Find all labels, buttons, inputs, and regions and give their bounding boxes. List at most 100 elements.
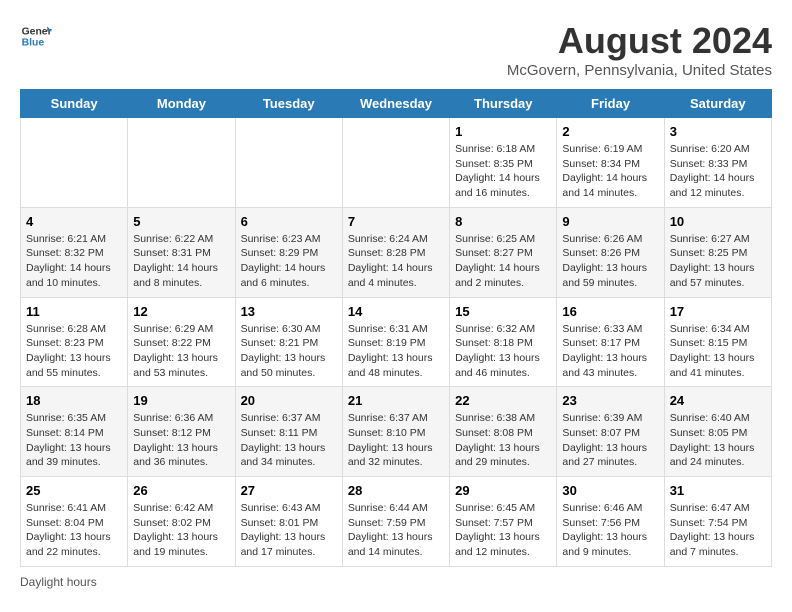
main-title: August 2024 xyxy=(507,20,772,62)
day-number: 10 xyxy=(670,214,766,229)
day-number: 6 xyxy=(241,214,337,229)
day-cell: 4 Sunrise: 6:21 AMSunset: 8:32 PMDaylight… xyxy=(21,207,128,297)
day-cell: 2 Sunrise: 6:19 AMSunset: 8:34 PMDaylight… xyxy=(557,118,664,208)
column-header-monday: Monday xyxy=(128,90,235,118)
week-row-4: 18 Sunrise: 6:35 AMSunset: 8:14 PMDayligh… xyxy=(21,387,772,477)
day-info: Sunrise: 6:18 AMSunset: 8:35 PMDaylight:… xyxy=(455,142,551,201)
day-cell: 21Sunrise: 6:37 AMSunset: 8:10 PMDayligh… xyxy=(342,387,449,477)
day-number: 4 xyxy=(26,214,122,229)
day-number: 14 xyxy=(348,304,444,319)
svg-text:Blue: Blue xyxy=(22,38,45,49)
column-header-friday: Friday xyxy=(557,90,664,118)
day-info: Sunrise: 6:44 AMSunset: 7:59 PMDaylight:… xyxy=(348,501,444,560)
day-number: 26 xyxy=(133,483,229,498)
day-number: 28 xyxy=(348,483,444,498)
day-number: 1 xyxy=(455,124,551,139)
day-info: Sunrise: 6:24 AMSunset: 8:28 PMDaylight:… xyxy=(348,232,444,291)
column-header-tuesday: Tuesday xyxy=(235,90,342,118)
column-header-saturday: Saturday xyxy=(664,90,771,118)
day-info: Sunrise: 6:43 AMSunset: 8:01 PMDaylight:… xyxy=(241,501,337,560)
week-row-3: 11Sunrise: 6:28 AMSunset: 8:23 PMDayligh… xyxy=(21,297,772,387)
day-cell: 16 Sunrise: 6:33 AMSunset: 8:17 PMDayligh… xyxy=(557,297,664,387)
week-row-5: 25 Sunrise: 6:41 AMSunset: 8:04 PMDayligh… xyxy=(21,477,772,567)
day-info: Sunrise: 6:31 AMSunset: 8:19 PMDaylight:… xyxy=(348,322,444,381)
day-number: 29 xyxy=(455,483,551,498)
day-number: 16 xyxy=(562,304,658,319)
day-cell: 31 Sunrise: 6:47 AMSunset: 7:54 PMDayligh… xyxy=(664,477,771,567)
day-info: Sunrise: 6:34 AMSunset: 8:15 PMDaylight:… xyxy=(670,322,766,381)
day-cell: 24 Sunrise: 6:40 AMSunset: 8:05 PMDayligh… xyxy=(664,387,771,477)
day-cell: 6 Sunrise: 6:23 AMSunset: 8:29 PMDaylight… xyxy=(235,207,342,297)
day-cell xyxy=(342,118,449,208)
column-header-wednesday: Wednesday xyxy=(342,90,449,118)
day-cell: 14 Sunrise: 6:31 AMSunset: 8:19 PMDayligh… xyxy=(342,297,449,387)
day-info: Sunrise: 6:33 AMSunset: 8:17 PMDaylight:… xyxy=(562,322,658,381)
day-info: Sunrise: 6:32 AMSunset: 8:18 PMDaylight:… xyxy=(455,322,551,381)
day-number: 8 xyxy=(455,214,551,229)
day-info: Sunrise: 6:19 AMSunset: 8:34 PMDaylight:… xyxy=(562,142,658,201)
footer-note: Daylight hours xyxy=(20,575,772,589)
day-number: 20 xyxy=(241,393,337,408)
day-number: 7 xyxy=(348,214,444,229)
day-info: Sunrise: 6:37 AMSunset: 8:11 PMDaylight:… xyxy=(241,411,337,470)
day-cell: 23Sunrise: 6:39 AMSunset: 8:07 PMDayligh… xyxy=(557,387,664,477)
day-number: 21 xyxy=(348,393,444,408)
day-cell: 28 Sunrise: 6:44 AMSunset: 7:59 PMDayligh… xyxy=(342,477,449,567)
day-info: Sunrise: 6:30 AMSunset: 8:21 PMDaylight:… xyxy=(241,322,337,381)
day-info: Sunrise: 6:41 AMSunset: 8:04 PMDaylight:… xyxy=(26,501,122,560)
calendar-table: SundayMondayTuesdayWednesdayThursdayFrid… xyxy=(20,89,772,567)
day-cell: 9Sunrise: 6:26 AMSunset: 8:26 PMDaylight… xyxy=(557,207,664,297)
week-row-2: 4 Sunrise: 6:21 AMSunset: 8:32 PMDaylight… xyxy=(21,207,772,297)
day-number: 12 xyxy=(133,304,229,319)
day-number: 19 xyxy=(133,393,229,408)
day-cell: 25 Sunrise: 6:41 AMSunset: 8:04 PMDayligh… xyxy=(21,477,128,567)
day-number: 27 xyxy=(241,483,337,498)
day-cell xyxy=(21,118,128,208)
day-number: 31 xyxy=(670,483,766,498)
day-cell: 7 Sunrise: 6:24 AMSunset: 8:28 PMDaylight… xyxy=(342,207,449,297)
day-number: 9 xyxy=(562,214,658,229)
day-cell: 29 Sunrise: 6:45 AMSunset: 7:57 PMDayligh… xyxy=(450,477,557,567)
day-number: 15 xyxy=(455,304,551,319)
day-info: Sunrise: 6:38 AMSunset: 8:08 PMDaylight:… xyxy=(455,411,551,470)
day-cell: 17 Sunrise: 6:34 AMSunset: 8:15 PMDayligh… xyxy=(664,297,771,387)
day-info: Sunrise: 6:28 AMSunset: 8:23 PMDaylight:… xyxy=(26,322,122,381)
day-cell: 18 Sunrise: 6:35 AMSunset: 8:14 PMDayligh… xyxy=(21,387,128,477)
day-cell: 26 Sunrise: 6:42 AMSunset: 8:02 PMDayligh… xyxy=(128,477,235,567)
title-area: August 2024 McGovern, Pennsylvania, Unit… xyxy=(507,20,772,79)
day-info: Sunrise: 6:39 AMSunset: 8:07 PMDaylight:… xyxy=(562,411,658,470)
column-header-sunday: Sunday xyxy=(21,90,128,118)
day-info: Sunrise: 6:22 AMSunset: 8:31 PMDaylight:… xyxy=(133,232,229,291)
day-number: 25 xyxy=(26,483,122,498)
day-cell: 11Sunrise: 6:28 AMSunset: 8:23 PMDayligh… xyxy=(21,297,128,387)
day-info: Sunrise: 6:27 AMSunset: 8:25 PMDaylight:… xyxy=(670,232,766,291)
day-cell: 8Sunrise: 6:25 AMSunset: 8:27 PMDaylight… xyxy=(450,207,557,297)
day-info: Sunrise: 6:23 AMSunset: 8:29 PMDaylight:… xyxy=(241,232,337,291)
day-info: Sunrise: 6:47 AMSunset: 7:54 PMDaylight:… xyxy=(670,501,766,560)
day-info: Sunrise: 6:21 AMSunset: 8:32 PMDaylight:… xyxy=(26,232,122,291)
day-cell: 12 Sunrise: 6:29 AMSunset: 8:22 PMDayligh… xyxy=(128,297,235,387)
day-number: 13 xyxy=(241,304,337,319)
day-cell: 30 Sunrise: 6:46 AMSunset: 7:56 PMDayligh… xyxy=(557,477,664,567)
day-info: Sunrise: 6:42 AMSunset: 8:02 PMDaylight:… xyxy=(133,501,229,560)
day-number: 17 xyxy=(670,304,766,319)
day-cell: 1 Sunrise: 6:18 AMSunset: 8:35 PMDaylight… xyxy=(450,118,557,208)
day-info: Sunrise: 6:45 AMSunset: 7:57 PMDaylight:… xyxy=(455,501,551,560)
day-cell: 27 Sunrise: 6:43 AMSunset: 8:01 PMDayligh… xyxy=(235,477,342,567)
day-info: Sunrise: 6:35 AMSunset: 8:14 PMDaylight:… xyxy=(26,411,122,470)
day-info: Sunrise: 6:46 AMSunset: 7:56 PMDaylight:… xyxy=(562,501,658,560)
logo: General Blue xyxy=(20,20,52,52)
day-number: 2 xyxy=(562,124,658,139)
subtitle: McGovern, Pennsylvania, United States xyxy=(507,62,772,79)
day-cell xyxy=(235,118,342,208)
day-info: Sunrise: 6:29 AMSunset: 8:22 PMDaylight:… xyxy=(133,322,229,381)
header-row: SundayMondayTuesdayWednesdayThursdayFrid… xyxy=(21,90,772,118)
day-info: Sunrise: 6:20 AMSunset: 8:33 PMDaylight:… xyxy=(670,142,766,201)
day-number: 3 xyxy=(670,124,766,139)
day-number: 24 xyxy=(670,393,766,408)
day-cell xyxy=(128,118,235,208)
day-cell: 22Sunrise: 6:38 AMSunset: 8:08 PMDayligh… xyxy=(450,387,557,477)
day-number: 30 xyxy=(562,483,658,498)
day-info: Sunrise: 6:40 AMSunset: 8:05 PMDaylight:… xyxy=(670,411,766,470)
day-number: 18 xyxy=(26,393,122,408)
